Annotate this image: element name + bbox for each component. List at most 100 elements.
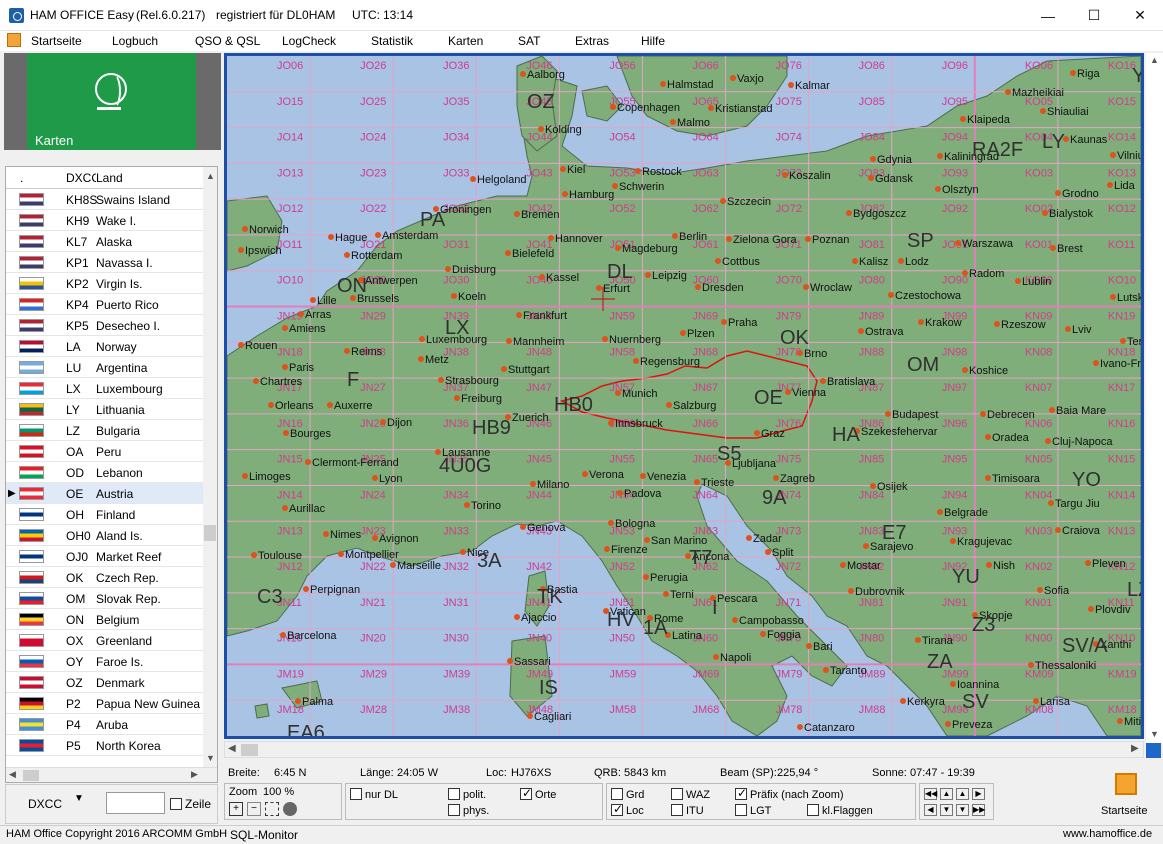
table-row[interactable]: #b22234 KP1 Navassa I. xyxy=(6,252,203,273)
nav-up-icon[interactable]: ▲ xyxy=(940,788,953,800)
home-icon[interactable] xyxy=(7,33,21,47)
dxcc-table[interactable]: . DXCC Land ▲ ▼ ◀ ▶ #b22234 KH8SSwains Is… xyxy=(5,166,218,783)
loc-checkbox[interactable]: Loc xyxy=(611,802,644,817)
nav-down2-icon[interactable]: ▼ xyxy=(956,804,969,816)
zeile-checkbox[interactable]: Zeile xyxy=(170,797,211,811)
table-row[interactable]: #fff KP2 Virgin Is. xyxy=(6,273,203,294)
table-row[interactable]: #d91023 OA Peru xyxy=(6,441,203,462)
orte-checkbox[interactable]: Orte xyxy=(520,786,556,801)
europe-map[interactable]: JO06 JO26 JO36 JO46 JO56 JO66 JO76 JO86 JO96 KO06… xyxy=(227,56,1141,736)
table-row[interactable]: #d22 KP4 Puerto Rico xyxy=(6,294,203,315)
nav-prev-icon[interactable]: ◀ xyxy=(924,804,937,816)
map-scroll-right-icon[interactable]: ▶ xyxy=(1131,743,1139,754)
header-dxcc[interactable]: DXCC xyxy=(66,171,96,185)
zoom-in-icon[interactable]: + xyxy=(229,802,243,816)
header-land[interactable]: Land xyxy=(96,171,123,185)
table-row[interactable]: #c8102e OZ Denmark xyxy=(6,672,203,693)
header-dot[interactable]: . xyxy=(20,171,23,185)
table-row[interactable]: #ed1c24 OD Lebanon xyxy=(6,462,203,483)
zoom-rect-icon[interactable] xyxy=(265,802,279,816)
table-row[interactable]: #b22234 KH8SSwains Island xyxy=(6,189,203,210)
dxcc-select[interactable]: DXCC xyxy=(28,797,62,811)
menu-sat[interactable]: SAT xyxy=(518,34,540,48)
table-row[interactable]: #b22234 KP5 Desecheo I. xyxy=(6,315,203,336)
scroll-up-icon[interactable]: ▲ xyxy=(206,171,215,181)
locator-label: JO13 xyxy=(277,167,303,179)
table-row[interactable]: #fff LZ Bulgaria xyxy=(6,420,203,441)
lgt-checkbox[interactable]: LGT xyxy=(735,804,771,817)
scroll-down-icon[interactable]: ▼ xyxy=(206,753,215,763)
country-name: North Korea xyxy=(96,739,161,753)
menu-startseite[interactable]: Startseite xyxy=(31,34,82,48)
map-panel[interactable]: JO06 JO26 JO36 JO46 JO56 JO66 JO76 JO86 JO96 KO06… xyxy=(224,53,1144,739)
phys-checkbox[interactable]: phys. xyxy=(448,804,489,817)
sql-monitor-link[interactable]: SQL-Monitor xyxy=(230,828,298,842)
table-row[interactable]: #fff OY Faroe Is. xyxy=(6,651,203,672)
waz-checkbox[interactable]: WAZ xyxy=(671,788,710,801)
menu-qso-qsl[interactable]: QSO & QSL xyxy=(195,34,260,48)
country-name: Argentina xyxy=(96,361,148,375)
menu-hilfe[interactable]: Hilfe xyxy=(641,34,665,48)
minimize-button[interactable]: — xyxy=(1025,0,1071,31)
nav-first-icon[interactable]: ◀◀ xyxy=(924,788,937,800)
table-row[interactable]: #b22234 KL7 Alaska xyxy=(6,231,203,252)
nur-dl-checkbox[interactable]: nur DL xyxy=(350,788,398,801)
nav-up2-icon[interactable]: ▲ xyxy=(956,788,969,800)
website-link[interactable]: www.hamoffice.de xyxy=(1063,828,1152,840)
table-horizontal-scrollbar[interactable]: ◀ ▶ xyxy=(6,767,217,782)
locator-label: JO36 xyxy=(443,60,469,72)
kl-flaggen-checkbox[interactable]: kl.Flaggen xyxy=(807,804,873,817)
table-row[interactable]: #ba0c2f LA Norway xyxy=(6,336,203,357)
table-row[interactable]: #0064ae OH0 Aland Is. xyxy=(6,525,203,546)
table-row[interactable]: #ed2939 OE Austria xyxy=(6,483,203,504)
nav-down-icon[interactable]: ▼ xyxy=(940,804,953,816)
table-row[interactable]: #b22234 KH9 Wake I. xyxy=(6,210,203,231)
startseite-button[interactable]: Startseite xyxy=(1099,771,1156,821)
map-scroll-left-icon[interactable]: ◀ xyxy=(228,743,236,754)
menu-karten[interactable]: Karten xyxy=(448,34,483,48)
table-row[interactable]: #024fa2 P5 North Korea xyxy=(6,735,203,756)
scroll-thumb[interactable] xyxy=(204,525,216,541)
nav-right-icon[interactable]: ▶ xyxy=(972,788,985,800)
map-hscroll-thumb[interactable] xyxy=(241,744,258,756)
scroll-left-icon[interactable]: ◀ xyxy=(9,769,16,780)
table-vertical-scrollbar[interactable]: ▲ ▼ xyxy=(203,167,217,767)
map-vertical-scrollbar[interactable]: ▲ ▼ xyxy=(1146,53,1163,743)
praefix-checkbox[interactable]: Präfix (nach Zoom) xyxy=(735,786,844,801)
grd-checkbox[interactable]: Grd xyxy=(611,788,644,801)
maximize-button[interactable]: ☐ xyxy=(1071,0,1117,31)
table-row[interactable]: #fff OK Czech Rep. xyxy=(6,567,203,588)
table-row[interactable]: #74acdf LU Argentina xyxy=(6,357,203,378)
close-button[interactable]: ✕ xyxy=(1117,0,1163,31)
table-row[interactable]: #fff OM Slovak Rep. xyxy=(6,588,203,609)
table-row[interactable]: #000 ON Belgium xyxy=(6,609,203,630)
land-ibiza xyxy=(254,703,270,719)
karten-tile[interactable]: Karten xyxy=(27,53,196,150)
table-row[interactable]: #fdb913 LY Lithuania xyxy=(6,399,203,420)
menu-extras[interactable]: Extras xyxy=(575,34,609,48)
table-row[interactable]: #ed2939 LX Luxembourg xyxy=(6,378,203,399)
prefix-label: LX xyxy=(445,317,469,339)
city-label: Montpellier xyxy=(345,549,399,561)
itu-checkbox[interactable]: ITU xyxy=(671,804,704,817)
globe-view-icon[interactable] xyxy=(283,802,297,816)
map-scroll-up-icon[interactable]: ▲ xyxy=(1150,55,1159,65)
table-row[interactable]: #fff OJ0 Market Reef xyxy=(6,546,203,567)
nav-last-icon[interactable]: ▶▶ xyxy=(972,804,985,816)
map-horizontal-scrollbar[interactable]: ◀ ▶ xyxy=(224,741,1144,758)
table-row[interactable]: #000 P2 Papua New Guinea xyxy=(6,693,203,714)
table-row[interactable]: #418fde P4 Aruba xyxy=(6,714,203,735)
zoom-out-icon[interactable]: − xyxy=(247,802,261,816)
dropdown-arrow-icon[interactable]: ▼ xyxy=(74,793,84,804)
menu-logbuch[interactable]: Logbuch xyxy=(112,34,158,48)
map-scroll-down-icon[interactable]: ▼ xyxy=(1150,729,1159,739)
table-row[interactable]: #fff OX Greenland xyxy=(6,630,203,651)
scroll-right-icon[interactable]: ▶ xyxy=(191,769,198,780)
search-input[interactable] xyxy=(106,792,165,814)
menu-statistik[interactable]: Statistik xyxy=(371,34,413,48)
menu-logcheck[interactable]: LogCheck xyxy=(282,34,336,48)
polit-checkbox[interactable]: polit. xyxy=(448,788,486,801)
hscroll-thumb[interactable] xyxy=(23,770,39,781)
table-row[interactable]: #fff OH Finland xyxy=(6,504,203,525)
city-label: Bremen xyxy=(521,209,560,221)
